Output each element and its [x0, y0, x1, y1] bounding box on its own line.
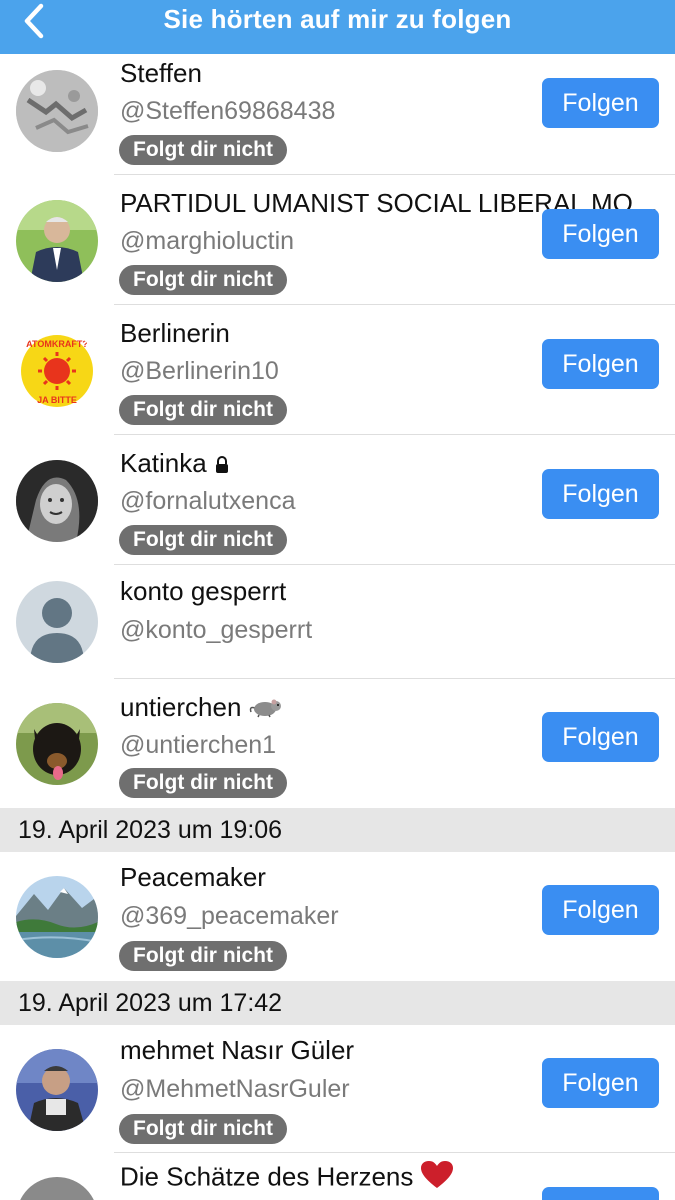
- date-separator: 19. April 2023 um 17:42: [0, 981, 675, 1025]
- list-item[interactable]: Peacemaker @369_peacemaker Folgt dir nic…: [0, 852, 675, 981]
- user-handle[interactable]: @MehmetNasrGuler: [120, 1075, 350, 1104]
- user-name: Peacemaker: [120, 862, 266, 892]
- user-name: Die Schätze des Herzens: [120, 1161, 454, 1196]
- follow-status-badge: Folgt dir nicht: [119, 395, 287, 425]
- follow-status-badge: Folgt dir nicht: [119, 1114, 287, 1144]
- avatar: [16, 703, 98, 785]
- rat-icon: [249, 694, 283, 725]
- follow-button[interactable]: Folgen: [542, 78, 659, 128]
- user-handle[interactable]: @untierchen1: [120, 731, 276, 760]
- avatar: [16, 581, 98, 663]
- user-handle[interactable]: @fornalutxenca: [120, 487, 295, 516]
- user-handle[interactable]: @konto_gesperrt: [120, 616, 312, 645]
- follow-button[interactable]: Folgen: [542, 712, 659, 762]
- follow-button[interactable]: Folgen: [542, 469, 659, 519]
- date-separator: 19. April 2023 um 19:06: [0, 808, 675, 852]
- user-name: Steffen: [120, 58, 202, 88]
- follow-status-badge: Folgt dir nicht: [119, 265, 287, 295]
- list-item[interactable]: konto gesperrt @konto_gesperrt: [0, 565, 675, 679]
- user-name: Berlinerin: [120, 318, 230, 348]
- lock-icon: [215, 450, 229, 481]
- avatar: [16, 1049, 98, 1131]
- default-user-icon: [16, 581, 98, 663]
- user-name-text: Katinka: [120, 448, 207, 478]
- avatar: ATOMKRAFT? JA BITTE: [16, 330, 98, 412]
- follow-status-badge: Folgt dir nicht: [119, 525, 287, 555]
- page-title: Sie hörten auf mir zu folgen: [163, 4, 512, 34]
- follow-button[interactable]: Folgen: [542, 339, 659, 389]
- follow-status-badge: Folgt dir nicht: [119, 941, 287, 971]
- user-name: Katinka: [120, 448, 229, 481]
- list-item[interactable]: Katinka @fornalutxenca Folgt dir nicht F…: [0, 435, 675, 565]
- list-item[interactable]: ATOMKRAFT? JA BITTE Berlinerin @Berliner…: [0, 305, 675, 435]
- user-handle[interactable]: @Steffen69868438: [120, 97, 335, 126]
- avatar-logo-text-bottom: JA BITTE: [37, 395, 77, 405]
- app-header: Sie hörten auf mir zu folgen: [0, 0, 675, 54]
- avatar: [16, 460, 98, 542]
- follow-button[interactable]: Folgen: [542, 1187, 659, 1200]
- avatar: [16, 200, 98, 282]
- avatar-logo-text-top: ATOMKRAFT?: [26, 339, 88, 349]
- follow-status-badge: Folgt dir nicht: [119, 768, 287, 798]
- list-item[interactable]: mehmet Nasır Güler @MehmetNasrGuler Folg…: [0, 1025, 675, 1153]
- user-handle[interactable]: @Berlinerin10: [120, 357, 279, 386]
- follow-button[interactable]: Folgen: [542, 209, 659, 259]
- list-item[interactable]: Steffen @Steffen69868438 Folgt dir nicht…: [0, 54, 675, 175]
- list-item[interactable]: untierchen @untierchen1 Folgt dir nicht …: [0, 679, 675, 808]
- user-handle[interactable]: @marghioluctin: [120, 227, 294, 256]
- user-name: konto gesperrt: [120, 576, 287, 606]
- list-item[interactable]: Die Schätze des Herzens Folgen: [0, 1153, 675, 1200]
- user-name: untierchen: [120, 692, 283, 725]
- follow-button[interactable]: Folgen: [542, 1058, 659, 1108]
- user-handle[interactable]: @369_peacemaker: [120, 902, 339, 931]
- avatar: [16, 1177, 98, 1200]
- user-name-text: Die Schätze des Herzens: [120, 1161, 414, 1192]
- avatar: [16, 70, 98, 152]
- list-item[interactable]: PARTIDUL UMANIST SOCIAL LIBERAL MOLDOVA …: [0, 175, 675, 305]
- follow-status-badge: Folgt dir nicht: [119, 135, 287, 165]
- follow-button[interactable]: Folgen: [542, 885, 659, 935]
- avatar: [16, 876, 98, 958]
- user-name-text: untierchen: [120, 692, 242, 722]
- heart-icon: [421, 1161, 454, 1196]
- user-name: mehmet Nasır Güler: [120, 1035, 355, 1065]
